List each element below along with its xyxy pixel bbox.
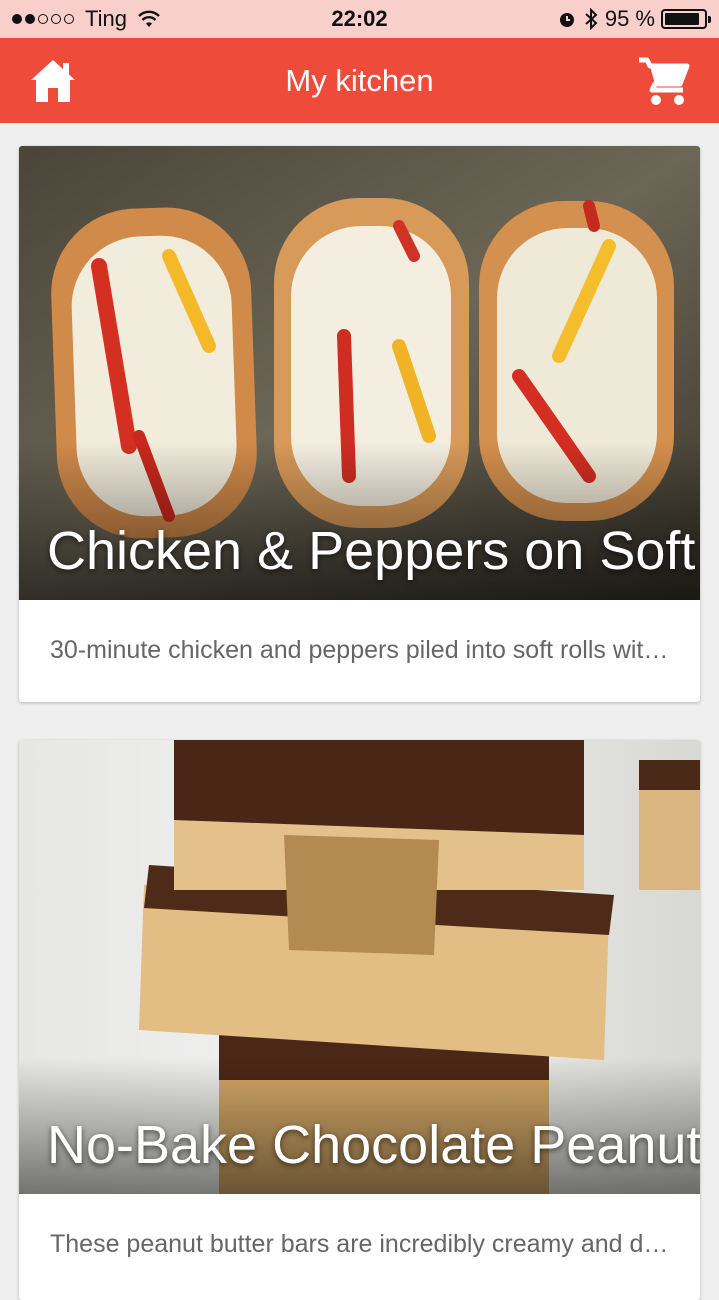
recipe-title: No-Bake Chocolate Peanut (47, 1115, 700, 1175)
recipe-description: 30-minute chicken and peppers piled into… (50, 636, 670, 664)
recipe-description: These peanut butter bars are incredibly … (50, 1230, 670, 1258)
recipe-title: Chicken & Peppers on Soft (47, 521, 696, 581)
status-bar: Ting 22:02 95 % (0, 0, 719, 38)
bluetooth-icon (585, 8, 598, 30)
alarm-icon (559, 13, 574, 27)
battery-icon (661, 9, 711, 29)
recipe-image: Chicken & Peppers on Soft (19, 146, 700, 600)
recipe-image: No-Bake Chocolate Peanut (19, 740, 700, 1194)
cart-icon[interactable] (637, 54, 691, 108)
battery-percent: 95 % (604, 6, 655, 31)
app-bar: My kitchen (0, 38, 719, 123)
recipe-card[interactable]: Chicken & Peppers on Soft 30-minute chic… (19, 146, 700, 702)
status-icons: 95 % (557, 6, 711, 32)
page-title: My kitchen (285, 63, 434, 98)
recipe-card[interactable]: No-Bake Chocolate Peanut These peanut bu… (19, 740, 700, 1300)
